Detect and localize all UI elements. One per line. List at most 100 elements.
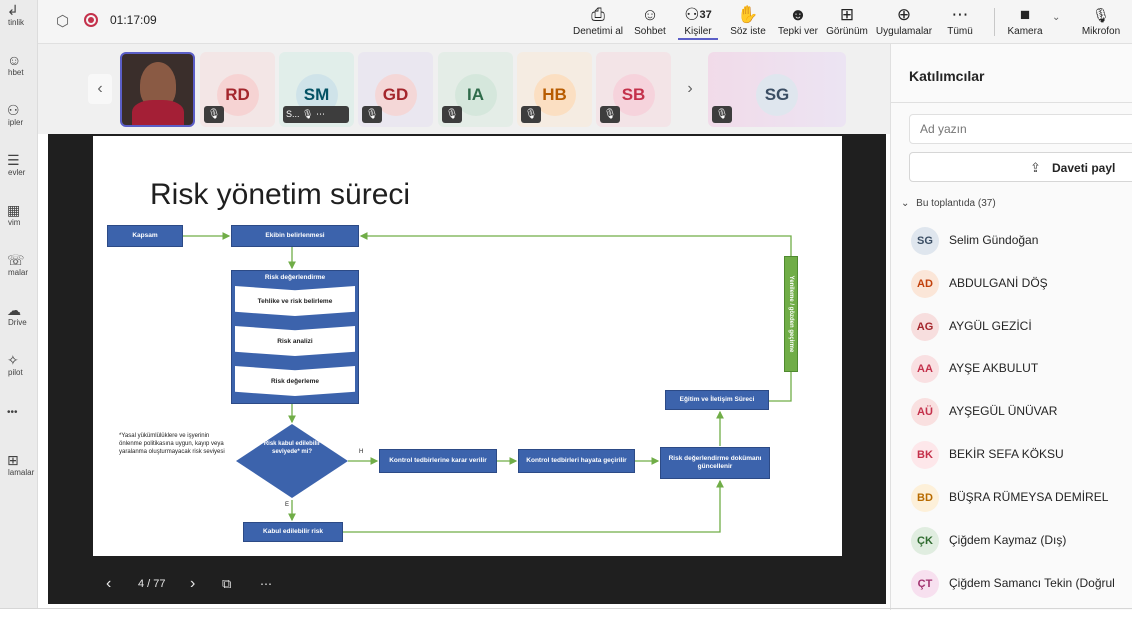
participant-row[interactable]: AÜ AYŞEGÜL ÜNÜVAR	[891, 392, 1132, 432]
video-tile[interactable]: GD 🎙	[358, 52, 433, 127]
slide-thumbnails-icon[interactable]: ⧉	[222, 572, 231, 596]
participant-search-input[interactable]	[909, 114, 1132, 144]
avatar: SG	[756, 74, 798, 116]
participant-row[interactable]: SG Selim Gündoğan	[891, 221, 1132, 261]
more-button[interactable]: ⋯ Tümü	[942, 4, 978, 38]
rail-item-onedrive[interactable]: ☁ Drive	[0, 302, 37, 328]
rail-label: hbet	[8, 68, 24, 77]
rail-item-apps[interactable]: ⊞ lamalar	[0, 452, 37, 478]
flow-bar-yenileme: Yenileme / gözden geçirme	[784, 256, 798, 372]
share-invite-button[interactable]: ⇪ Daveti payl	[909, 152, 1132, 182]
participant-row[interactable]: BD BÜŞRA RÜMEYSA DEMİREL	[891, 478, 1132, 518]
button-label: Tümü	[947, 26, 973, 37]
section-toggle[interactable]: ⌄ Bu toplantıda (37)	[901, 198, 996, 209]
people-button[interactable]: ⚇37 Kişiler	[678, 4, 718, 40]
microphone-button[interactable]: 🎙 Mikrofon	[1074, 4, 1128, 38]
tile-name-bar: S... 🎙 ⋯	[283, 106, 349, 123]
meeting-toolbar: ⬡ 01:17:09 ⎙ Denetimi al ☺ Sohbet ⚇37 Kişi…	[38, 0, 1132, 44]
rail-label: ipler	[8, 118, 24, 127]
video-tile[interactable]: SM S... 🎙 ⋯	[279, 52, 354, 127]
participant-row[interactable]: ÇT Çiğdem Samancı Tekin (Doğrul	[891, 564, 1132, 604]
participant-name: BÜŞRA RÜMEYSA DEMİREL	[949, 490, 1109, 504]
camera-button[interactable]: ■ Kamera	[1002, 4, 1048, 38]
slide-page-counter: 4 / 77	[138, 578, 166, 590]
chevron-down-icon[interactable]: ⌄	[1052, 12, 1060, 23]
flow-box-kabul-risk: Kabul edilebilir risk	[243, 522, 343, 542]
flow-step-degerleme: Risk değerleme	[235, 366, 355, 396]
rail-item-calls[interactable]: ☏ malar	[0, 252, 37, 278]
video-tile-presenter[interactable]	[120, 52, 195, 127]
button-label: Tepki ver	[777, 26, 818, 37]
chat-button[interactable]: ☺ Sohbet	[630, 4, 670, 38]
tile-name: S...	[286, 109, 300, 119]
participant-row[interactable]: AD ABDULGANİ DÖŞ	[891, 264, 1132, 304]
chevron-down-icon: ⌄	[901, 198, 910, 209]
participant-name: Çiğdem Samancı Tekin (Doğrul	[949, 576, 1115, 590]
participant-name: AYŞEGÜL ÜNÜVAR	[949, 404, 1058, 418]
participant-name: Çiğdem Kaymaz (Dış)	[949, 533, 1067, 547]
participant-row[interactable]: AG AYGÜL GEZİCİ	[891, 307, 1132, 347]
cloud-icon: ☁	[7, 302, 21, 318]
rail-item-activity[interactable]: ↲ tinlik	[0, 2, 37, 28]
phone-icon: ☏	[7, 252, 25, 268]
recording-icon	[84, 13, 98, 27]
rail-item-teams[interactable]: ⚇ ipler	[0, 102, 37, 128]
chat-icon: ☺	[7, 52, 22, 68]
rail-label: tinlik	[8, 18, 25, 27]
avatar: AD	[911, 270, 939, 298]
video-tile-pinned[interactable]: SG 🎙	[708, 52, 846, 127]
flow-step-tehlike: Tehlike ve risk belirleme	[235, 286, 355, 316]
hand-icon: ✋	[737, 5, 759, 24]
teams-icon: ⚇	[7, 102, 20, 118]
rail-item-copilot[interactable]: ✧ pilot	[0, 352, 37, 378]
avatar: SG	[911, 227, 939, 255]
video-tile[interactable]: IA 🎙	[438, 52, 513, 127]
participant-name: Selim Gündoğan	[949, 233, 1039, 247]
take-control-icon: ⎙	[591, 5, 605, 24]
take-control-button[interactable]: ⎙ Denetimi al	[568, 4, 628, 38]
rail-item-more[interactable]: •••	[0, 405, 37, 421]
participant-name: ABDULGANİ DÖŞ	[949, 276, 1048, 290]
section-label: Bu toplantıda (37)	[916, 198, 996, 209]
button-label: Söz iste	[730, 26, 766, 37]
participant-row[interactable]: BK BEKİR SEFA KÖKSU	[891, 435, 1132, 475]
participant-row[interactable]: AA AYŞE AKBULUT	[891, 349, 1132, 389]
button-label: Denetimi al	[572, 26, 624, 37]
rail-item-assignments[interactable]: ☰ evler	[0, 152, 37, 178]
video-tile[interactable]: RD 🎙	[200, 52, 275, 127]
mic-off-icon: 🎙	[521, 106, 541, 123]
react-button[interactable]: ☻ Tepki ver	[776, 4, 820, 38]
video-strip: ‹ RD 🎙 SM S... 🎙 ⋯ GD 🎙 IA 🎙 HB 🎙 SB 🎙 › SG 🎙	[38, 44, 890, 134]
people-glyph: ⚇	[684, 5, 700, 24]
prev-slide-button[interactable]: ‹	[106, 572, 111, 596]
panel-title: Katılımcılar	[909, 68, 985, 84]
flow-box-kontrol-hayata: Kontrol tedbirleri hayata geçirilir	[518, 449, 635, 473]
video-tile[interactable]: HB 🎙	[517, 52, 592, 127]
rail-item-calendar[interactable]: ▦ vim	[0, 202, 37, 228]
presenter-shirt	[132, 100, 184, 125]
avatar: ÇT	[911, 570, 939, 598]
apps-button[interactable]: ⊕ Uygulamalar	[874, 4, 934, 38]
flow-step-analiz: Risk analizi	[235, 326, 355, 356]
button-label: Görünüm	[826, 26, 868, 37]
window-bottom-border	[0, 608, 1132, 609]
participant-row[interactable]: ÇK Çiğdem Kaymaz (Dış)	[891, 521, 1132, 561]
flow-box-ekip: Ekibin belirlenmesi	[231, 225, 359, 247]
video-tile[interactable]: SB 🎙	[596, 52, 671, 127]
slide-more-button[interactable]: ⋯	[260, 572, 272, 596]
raise-hand-button[interactable]: ✋ Söz iste	[728, 4, 768, 38]
flow-box-egitim: Eğitim ve İletişim Süreci	[665, 390, 769, 410]
activity-icon: ↲	[7, 2, 19, 18]
flow-box-kontrol-karar: Kontrol tedbirlerine karar verilir	[379, 449, 497, 473]
view-button[interactable]: ⊞ Görünüm	[824, 4, 870, 38]
flowchart-connectors	[183, 232, 792, 533]
participant-count: 37	[699, 9, 712, 21]
flow-box-dokuman: Risk değerlendirme dokümanı güncellenir	[660, 447, 770, 479]
rail-item-chat[interactable]: ☺ hbet	[0, 52, 37, 78]
share-label: Daveti payl	[1052, 161, 1116, 175]
strip-next-button[interactable]: ›	[678, 74, 702, 104]
strip-prev-button[interactable]: ‹	[88, 74, 112, 104]
mic-off-icon: 🎙	[1092, 7, 1110, 23]
toolbar-divider	[994, 8, 995, 36]
next-slide-button[interactable]: ›	[190, 572, 195, 596]
